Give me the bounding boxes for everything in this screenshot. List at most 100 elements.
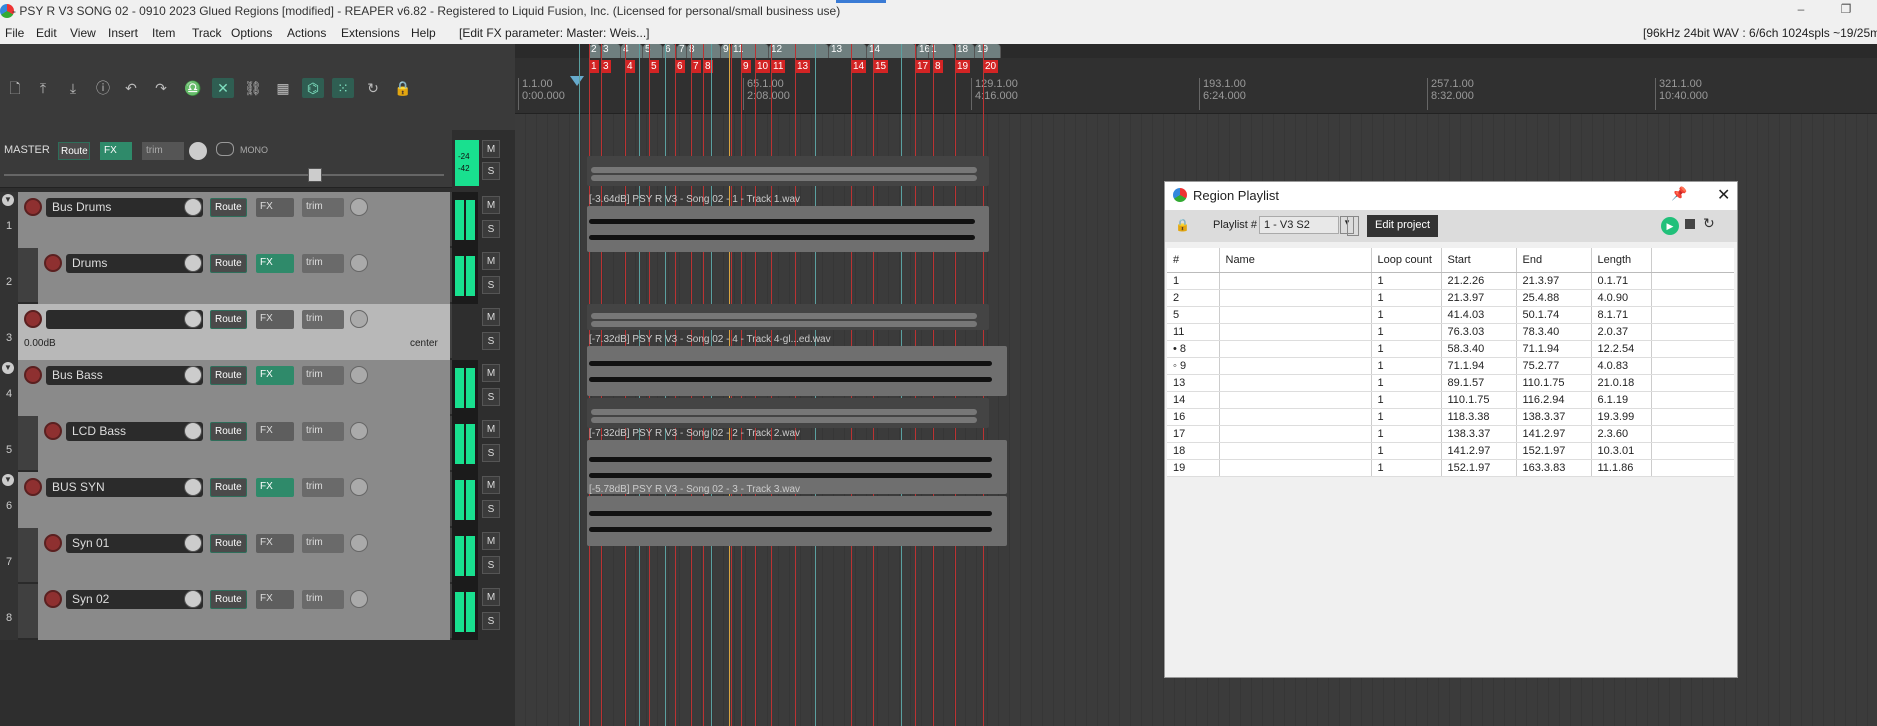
link-icon[interactable]: ⛓ xyxy=(242,78,264,98)
repeat-icon[interactable]: ↻ xyxy=(1703,215,1715,232)
grid-icon[interactable]: ▦ xyxy=(272,78,294,98)
route-button[interactable]: Route xyxy=(210,310,247,329)
record-arm-button[interactable] xyxy=(44,422,62,440)
trim-button[interactable]: trim xyxy=(302,254,344,273)
region-loop[interactable]: 1 xyxy=(1371,306,1442,324)
master-fx-button[interactable]: FX xyxy=(100,142,132,160)
fx-button[interactable]: FX xyxy=(256,590,294,609)
region-tab[interactable]: 7 xyxy=(677,44,687,58)
record-arm-button[interactable] xyxy=(44,254,62,272)
snap-icon[interactable]: ⌬ xyxy=(302,78,324,98)
loop-icon[interactable]: ↻ xyxy=(362,78,384,98)
lock-icon[interactable]: 🔒 xyxy=(392,78,414,98)
solo-button[interactable]: S xyxy=(482,388,500,406)
route-button[interactable]: Route xyxy=(210,478,247,497)
region-tab[interactable]: 12 xyxy=(769,44,829,58)
mute-button[interactable]: M xyxy=(482,308,500,326)
fx-button[interactable]: FX xyxy=(256,534,294,553)
region-row[interactable]: 11 1 76.3.03 78.3.40 2.0.37 xyxy=(1167,323,1734,341)
master-solo-button[interactable]: S xyxy=(482,162,500,180)
col-start[interactable]: Start xyxy=(1441,248,1517,273)
trim-button[interactable]: trim xyxy=(302,478,344,497)
edit-project-button[interactable]: Edit project xyxy=(1367,215,1439,237)
playlist-select[interactable]: 1 - V3 S2 xyxy=(1259,216,1339,234)
region-row[interactable]: 16 1 118.3.38 138.3.37 19.3.99 xyxy=(1167,408,1734,426)
minimize-button[interactable]: – xyxy=(1790,2,1812,20)
mute-button[interactable]: M xyxy=(482,588,500,606)
region-tab[interactable]: 8 xyxy=(687,44,721,58)
menu-help[interactable]: Help xyxy=(411,26,436,40)
fx-button[interactable]: FX xyxy=(256,254,294,273)
master-mute-button[interactable]: M xyxy=(482,140,500,158)
marker[interactable]: 13 xyxy=(795,60,811,73)
solo-button[interactable]: S xyxy=(482,612,500,630)
mute-button[interactable]: M xyxy=(482,420,500,438)
marker[interactable]: 3 xyxy=(601,60,611,73)
pan-knob[interactable] xyxy=(350,254,368,272)
col-loop[interactable]: Loop count xyxy=(1371,248,1442,273)
region-loop[interactable]: 1 xyxy=(1371,459,1442,477)
menu-extensions[interactable]: Extensions xyxy=(341,26,400,40)
record-arm-button[interactable] xyxy=(24,310,42,328)
master-trim-button[interactable]: trim xyxy=(142,142,184,160)
region-row[interactable]: ◦ 9 1 71.1.94 75.2.77 4.0.83 xyxy=(1167,357,1734,375)
mono-icon[interactable] xyxy=(216,142,234,156)
record-arm-button[interactable] xyxy=(44,534,62,552)
region-tab[interactable]: 18 xyxy=(955,44,975,58)
solo-button[interactable]: S xyxy=(482,556,500,574)
fx-button[interactable]: FX xyxy=(256,478,294,497)
new-project-icon[interactable]: 🗋 xyxy=(4,78,26,98)
region-tab[interactable]: 19 xyxy=(975,44,1001,58)
region-row[interactable]: 2 1 21.3.97 25.4.88 4.0.90 xyxy=(1167,289,1734,307)
track-volume-knob[interactable] xyxy=(184,590,202,608)
col-end[interactable]: End xyxy=(1516,248,1592,273)
spin-buttons[interactable] xyxy=(1347,216,1359,236)
track-name[interactable]: Drums xyxy=(66,254,203,273)
menu-actions[interactable]: Actions xyxy=(287,26,326,40)
region-tab[interactable]: 13 xyxy=(829,44,867,58)
menu-view[interactable]: View xyxy=(70,26,96,40)
marker[interactable]: 14 xyxy=(851,60,867,73)
track-volume-knob[interactable] xyxy=(184,422,202,440)
region-tab[interactable]: 11 xyxy=(731,44,769,58)
mute-button[interactable]: M xyxy=(482,476,500,494)
route-button[interactable]: Route xyxy=(210,590,247,609)
pan-knob[interactable] xyxy=(350,198,368,216)
undo-icon[interactable]: ↶ xyxy=(120,78,142,98)
marker[interactable]: 10 xyxy=(755,60,771,73)
region-row[interactable]: 5 1 41.4.03 50.1.74 8.1.71 xyxy=(1167,306,1734,324)
mute-button[interactable]: M xyxy=(482,252,500,270)
route-button[interactable]: Route xyxy=(210,198,247,217)
marker[interactable]: 20 xyxy=(983,60,999,73)
timeline-ruler[interactable]: 1.1.00 0:00.000 65.1.00 2:08.000 129.1.00 4:1… xyxy=(515,74,1877,114)
restore-button[interactable]: ❐ xyxy=(1835,2,1857,20)
pan-knob[interactable] xyxy=(350,366,368,384)
marker[interactable]: 1 xyxy=(589,60,599,73)
track-name[interactable]: BUS SYN xyxy=(46,478,203,497)
track-name[interactable]: Bus Drums xyxy=(46,198,203,217)
solo-button[interactable]: S xyxy=(482,276,500,294)
fx-button[interactable]: FX xyxy=(256,422,294,441)
menu-track[interactable]: Track xyxy=(192,26,222,40)
pan-knob[interactable] xyxy=(350,590,368,608)
track-volume-knob[interactable] xyxy=(184,254,202,272)
media-item[interactable]: [-3.64dB] PSY R V3 - Song 02 - 1 - Track… xyxy=(587,194,989,252)
region-loop[interactable]: 1 xyxy=(1371,391,1442,409)
menu-item[interactable]: Item xyxy=(152,26,175,40)
marker[interactable]: 17 xyxy=(915,60,931,73)
marker[interactable]: 9 xyxy=(741,60,751,73)
region-row[interactable]: 18 1 141.2.97 152.1.97 10.3.01 xyxy=(1167,442,1734,460)
master-route-button[interactable]: Route xyxy=(58,142,90,160)
lock-icon[interactable]: 🔒 xyxy=(1175,218,1190,232)
master-fader-handle[interactable] xyxy=(308,168,322,182)
pan-knob[interactable] xyxy=(350,422,368,440)
menu-insert[interactable]: Insert xyxy=(108,26,138,40)
col-length[interactable]: Length xyxy=(1591,248,1652,273)
solo-button[interactable]: S xyxy=(482,332,500,350)
track-volume-knob[interactable] xyxy=(184,310,202,328)
region-loop[interactable]: 1 xyxy=(1371,357,1442,375)
region-tab[interactable]: 3 xyxy=(601,44,621,58)
region-loop[interactable]: 1 xyxy=(1371,340,1442,358)
fx-button[interactable]: FX xyxy=(256,366,294,385)
region-row[interactable]: 14 1 110.1.75 116.2.94 6.1.19 xyxy=(1167,391,1734,409)
